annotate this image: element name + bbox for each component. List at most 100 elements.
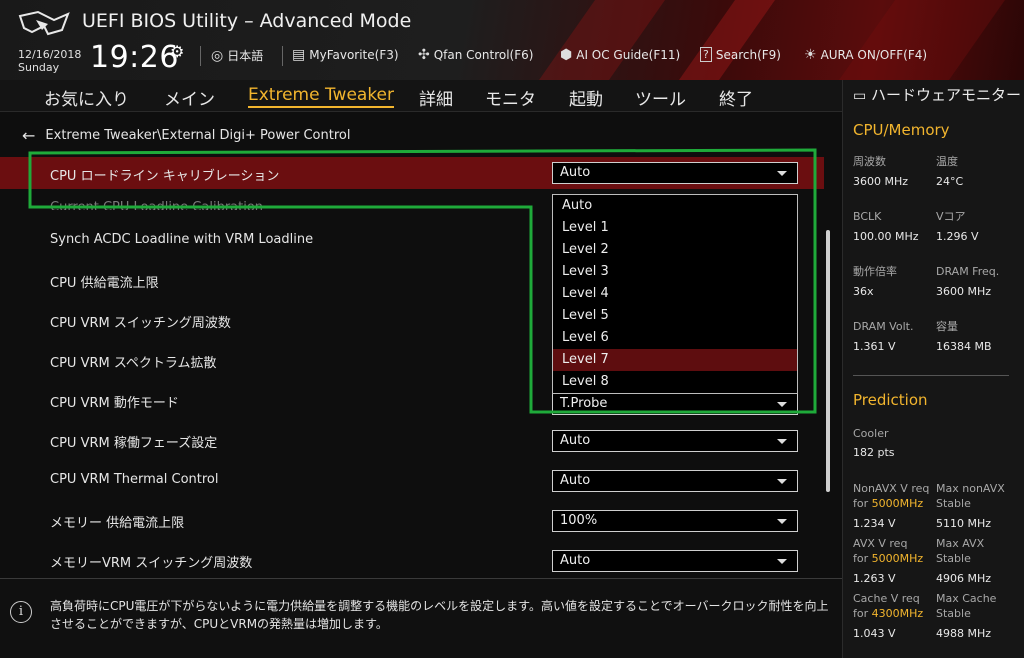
cpu-llc-select[interactable]: Auto: [552, 162, 798, 184]
monitor-label: DRAM Freq.: [936, 265, 1000, 278]
monitor-value: 3600 MHz: [936, 285, 992, 298]
myfavorite-label: MyFavorite(F3): [309, 48, 399, 62]
dropdown-option[interactable]: Level 4: [553, 283, 797, 305]
chip-icon: ⬢: [560, 47, 573, 63]
dropdown-option[interactable]: Auto: [553, 195, 797, 217]
tab-tool[interactable]: ツール: [635, 85, 686, 110]
monitor-label: DRAM Volt.: [853, 320, 914, 333]
language-button[interactable]: ◎ 日本語: [211, 47, 263, 64]
monitor-value: 1.043 V: [853, 627, 896, 640]
setting-row[interactable]: メモリーVRM スイッチング周波数 Auto: [0, 544, 824, 576]
monitor-value: 1.361 V: [853, 340, 896, 353]
divider: [200, 46, 201, 66]
language-label: 日本語: [227, 49, 264, 63]
search-label: Search(F9): [715, 47, 781, 62]
select-value: Auto: [560, 473, 591, 488]
qfan-label: Qfan Control(F6): [433, 48, 534, 62]
setting-label: CPU VRM スペクトラム拡散: [50, 356, 217, 371]
aura-icon: ☀: [804, 47, 817, 63]
help-text: 高負荷時にCPU電圧が下がらないように電力供給量を調整する機能のレベルを設定しま…: [50, 599, 829, 631]
setting-label: CPU VRM 動作モード: [50, 396, 179, 411]
monitor-value: 5110 MHz: [936, 517, 992, 530]
memory-vrm-freq-select[interactable]: Auto: [552, 550, 798, 572]
help-bar: i 高負荷時にCPU電圧が下がらないように電力供給量を調整する機能のレベルを設定…: [0, 578, 842, 658]
target-frequency: 4300MHz: [871, 607, 924, 620]
rog-logo: [18, 10, 70, 36]
setting-row-cpu-llc[interactable]: CPU ロードライン キャリブレーション Auto: [0, 157, 824, 189]
monitor-label: NonAVX V req: [853, 482, 930, 495]
qfan-button[interactable]: ✣ Qfan Control(F6): [418, 47, 533, 63]
monitor-value: 4988 MHz: [936, 627, 992, 640]
cooler-label: Cooler: [853, 427, 889, 440]
search-icon: ?: [700, 47, 712, 62]
ai-oc-guide-label: AI OC Guide(F11): [576, 48, 681, 62]
monitor-value: 1.263 V: [853, 572, 896, 585]
setting-label: メモリーVRM スイッチング周波数: [50, 556, 253, 571]
app-title: UEFI BIOS Utility – Advanced Mode: [82, 10, 412, 32]
dropdown-option[interactable]: Level 6: [553, 327, 797, 349]
gear-icon[interactable]: ⚙: [170, 42, 184, 61]
select-value: T.Probe: [560, 396, 608, 411]
divider: [853, 375, 1009, 376]
setting-label: メモリー 供給電流上限: [50, 516, 185, 531]
monitor-label: BCLK: [853, 210, 882, 223]
vrm-phase-select[interactable]: Auto: [552, 430, 798, 452]
monitor-label: Stable: [936, 552, 971, 565]
monitor-label: 容量: [936, 320, 958, 333]
monitor-label: Stable: [936, 607, 971, 620]
prediction-heading: Prediction: [853, 391, 928, 409]
dropdown-option[interactable]: Level 8: [553, 371, 797, 393]
monitor-label: Stable: [936, 497, 971, 510]
tab-boot[interactable]: 起動: [569, 85, 603, 110]
cpu-memory-heading: CPU/Memory: [853, 121, 950, 139]
monitor-value: 100.00 MHz: [853, 230, 919, 243]
setting-row[interactable]: CPU VRM 稼働フェーズ設定 Auto: [0, 424, 824, 456]
monitor-label: for 5000MHz: [853, 552, 924, 565]
cooler-value: 182 pts: [853, 446, 895, 459]
setting-row[interactable]: CPU VRM Thermal Control Auto: [0, 464, 824, 496]
monitor-title-text: ハードウェアモニター: [871, 86, 1022, 104]
dropdown-option[interactable]: Level 2: [553, 239, 797, 261]
myfavorite-button[interactable]: ▤ MyFavorite(F3): [292, 47, 399, 63]
chevron-down-icon: [777, 439, 787, 444]
divider: [282, 46, 283, 66]
tab-exit[interactable]: 終了: [719, 85, 753, 110]
monitor-icon: ▭: [853, 88, 867, 104]
monitor-label: 温度: [936, 155, 958, 168]
tab-main[interactable]: メイン: [164, 85, 215, 110]
tab-monitor[interactable]: モニタ: [485, 85, 536, 110]
memory-current-select[interactable]: 100%: [552, 510, 798, 532]
setting-label: CPU 供給電流上限: [50, 276, 159, 291]
tab-advanced[interactable]: 詳細: [419, 85, 453, 110]
back-arrow-icon[interactable]: ←: [22, 126, 35, 145]
scrollbar[interactable]: [826, 230, 830, 492]
monitor-label: 周波数: [853, 155, 886, 168]
tab-extreme-tweaker[interactable]: Extreme Tweaker: [248, 85, 395, 108]
setting-row[interactable]: メモリー 供給電流上限 100%: [0, 504, 824, 536]
aura-button[interactable]: ☀ AURA ON/OFF(F4): [804, 47, 927, 63]
monitor-value: 4906 MHz: [936, 572, 992, 585]
tab-favorites[interactable]: お気に入り: [44, 85, 129, 110]
setting-label: CPU VRM スイッチング周波数: [50, 316, 231, 331]
monitor-label: for 4300MHz: [853, 607, 924, 620]
breadcrumb-path: Extreme Tweaker\External Digi+ Power Con…: [45, 128, 351, 143]
main-tabs: お気に入り メイン Extreme Tweaker 詳細 モニタ 起動 ツール …: [0, 80, 842, 112]
dropdown-option[interactable]: Level 1: [553, 217, 797, 239]
search-button[interactable]: ? Search(F9): [700, 47, 781, 62]
monitor-label: Cache V req: [853, 592, 920, 605]
monitor-label: AVX V req: [853, 537, 908, 550]
ai-oc-guide-button[interactable]: ⬢ AI OC Guide(F11): [560, 47, 680, 63]
info-icon: i: [10, 601, 32, 623]
monitor-title: ▭ ハードウェアモニター: [853, 86, 1023, 105]
target-frequency: 5000MHz: [871, 552, 924, 565]
vrm-thermal-select[interactable]: Auto: [552, 470, 798, 492]
dropdown-option[interactable]: Level 3: [553, 261, 797, 283]
date-text: 12/16/2018: [18, 48, 82, 61]
monitor-value: 1.234 V: [853, 517, 896, 530]
dropdown-option-highlighted[interactable]: Level 7: [553, 349, 797, 371]
vrm-mode-select[interactable]: T.Probe: [552, 393, 798, 415]
dropdown-option[interactable]: Level 5: [553, 305, 797, 327]
monitor-label: 動作倍率: [853, 265, 897, 278]
chevron-down-icon: [777, 402, 787, 407]
hardware-monitor-panel: ▭ ハードウェアモニター CPU/Memory 周波数 3600 MHz 温度 …: [842, 80, 1024, 658]
